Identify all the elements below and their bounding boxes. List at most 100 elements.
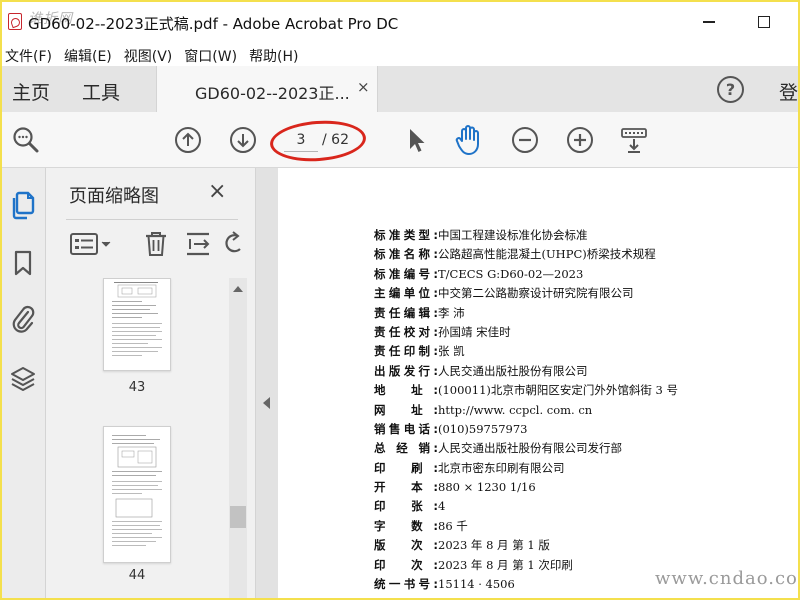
imprint-row: 责任印制: 张 凯 bbox=[374, 342, 678, 361]
imprint-row: 出版发行: 人民交通出版社股份有限公司 bbox=[374, 362, 678, 381]
imprint-value: 人民交通出版社股份有限公司 bbox=[438, 363, 588, 378]
delete-page-icon[interactable] bbox=[142, 228, 170, 260]
imprint-value: http://www. ccpcl. com. cn bbox=[438, 402, 593, 417]
imprint-value: T/CECS G:D60-02—2023 bbox=[438, 266, 584, 281]
imprint-label: 标准类型: bbox=[374, 228, 438, 242]
acrobat-app-icon bbox=[8, 13, 22, 30]
scrollbar-thumb[interactable] bbox=[230, 506, 246, 528]
thumbnail-page-44[interactable] bbox=[103, 426, 171, 563]
imprint-value: 中交第二公路勘察设计研究院有限公司 bbox=[438, 286, 634, 301]
attachments-icon[interactable] bbox=[6, 302, 40, 336]
maximize-icon bbox=[758, 16, 770, 28]
thumbnail-page-43[interactable] bbox=[103, 278, 171, 371]
menu-edit[interactable]: 编辑(E) bbox=[59, 44, 119, 66]
imprint-label: 出版发行: bbox=[374, 363, 438, 378]
insert-page-icon[interactable] bbox=[184, 228, 212, 260]
imprint-label: 总 经 销: bbox=[374, 441, 438, 456]
bookmarks-icon[interactable] bbox=[6, 246, 40, 280]
imprint-value: 2023 年 8 月 第 1 次印刷 bbox=[438, 557, 573, 572]
imprint-row: 标准类型: 中国工程建设标准化协会标准 bbox=[374, 226, 678, 245]
zoom-in-icon[interactable] bbox=[563, 123, 597, 157]
imprint-label: 地 址: bbox=[374, 383, 438, 398]
zoom-out-icon[interactable] bbox=[508, 123, 542, 157]
help-icon[interactable]: ? bbox=[717, 76, 744, 103]
tab-document[interactable]: GD60-02--2023正... × bbox=[156, 66, 378, 112]
site-watermark: www.cndao.com bbox=[655, 568, 800, 589]
thumbnail-scrollbar[interactable] bbox=[229, 278, 247, 600]
page-up-icon[interactable] bbox=[171, 123, 205, 157]
thumbnail-page-number: 43 bbox=[128, 380, 146, 395]
tab-document-label: GD60-02--2023正... bbox=[195, 84, 350, 103]
imprint-row: 地 址: (100011)北京市朝阳区安定门外外馆斜街 3 号 bbox=[374, 381, 678, 400]
imprint-value: 2023 年 8 月 第 1 版 bbox=[438, 538, 550, 553]
imprint-value: 4 bbox=[438, 499, 446, 514]
panel-title: 页面缩略图 bbox=[69, 186, 159, 207]
select-pointer-icon[interactable] bbox=[399, 123, 433, 157]
thumbnail-list: 43 44 bbox=[46, 278, 230, 600]
minimize-button[interactable] bbox=[696, 10, 722, 34]
tab-bar: 主页 工具 GD60-02--2023正... × ? 登 bbox=[0, 66, 800, 112]
imprint-label: 印 张: bbox=[374, 499, 438, 514]
tab-home[interactable]: 主页 bbox=[12, 78, 50, 105]
tab-close-icon[interactable]: × bbox=[357, 78, 370, 96]
imprint-row: 字 数: 86 千 bbox=[374, 517, 678, 536]
menu-view[interactable]: 视图(V) bbox=[119, 44, 180, 66]
imprint-label: 主编单位: bbox=[374, 286, 438, 301]
maximize-button[interactable] bbox=[751, 10, 777, 34]
keyboard-scroll-icon[interactable] bbox=[617, 123, 651, 157]
imprint-value: 15114 · 4506 bbox=[438, 577, 515, 592]
imprint-row: 主编单位: 中交第二公路勘察设计研究院有限公司 bbox=[374, 284, 678, 303]
imprint-value: 李 沛 bbox=[438, 305, 465, 320]
imprint-label: 印 刷: bbox=[374, 460, 438, 475]
menu-window[interactable]: 窗口(W) bbox=[179, 44, 244, 66]
imprint-value: 人民交通出版社股份有限公司发行部 bbox=[438, 441, 622, 456]
rotate-page-icon[interactable] bbox=[224, 228, 244, 260]
imprint-value: 中国工程建设标准化协会标准 bbox=[438, 228, 588, 242]
minimize-icon bbox=[703, 21, 715, 23]
imprint-label: 开 本: bbox=[374, 480, 438, 495]
collapse-arrow-icon[interactable] bbox=[263, 397, 270, 409]
page-down-icon[interactable] bbox=[226, 123, 260, 157]
imprint-label: 印 次: bbox=[374, 557, 438, 572]
imprint-value: 86 千 bbox=[438, 518, 468, 533]
panel-close-icon[interactable]: × bbox=[208, 179, 226, 204]
imprint-row: 网 址: http://www. ccpcl. com. cn bbox=[374, 401, 678, 420]
panel-divider bbox=[66, 219, 238, 220]
imprint-value: 880 × 1230 1/16 bbox=[438, 480, 536, 495]
layers-icon[interactable] bbox=[6, 362, 40, 396]
red-annotation-ellipse bbox=[268, 117, 368, 165]
tab-tools[interactable]: 工具 bbox=[82, 78, 120, 105]
title-bar: 谁折网 GD60-02--2023正式稿.pdf - Adobe Acrobat… bbox=[0, 0, 800, 44]
scroll-up-arrow-icon[interactable] bbox=[233, 286, 243, 292]
imprint-block: 标准类型: 中国工程建设标准化协会标准 标准名称: 公路超高性能混凝土(UHPC)桥梁… bbox=[374, 226, 678, 594]
sign-in-link[interactable]: 登 bbox=[779, 78, 798, 105]
imprint-row: 标准名称: 公路超高性能混凝土(UHPC)桥梁技术规程 bbox=[374, 245, 678, 264]
search-zoom-icon[interactable] bbox=[9, 123, 43, 157]
imprint-label: 责任印制: bbox=[374, 344, 438, 359]
imprint-row: 印 次: 2023 年 8 月 第 1 次印刷 bbox=[374, 556, 678, 575]
menu-file[interactable]: 文件(F) bbox=[0, 44, 59, 66]
menu-help[interactable]: 帮助(H) bbox=[244, 44, 305, 66]
imprint-label: 销售电话: bbox=[374, 421, 438, 436]
panel-collapse-strip[interactable] bbox=[256, 168, 278, 600]
imprint-value: (010)59757973 bbox=[438, 421, 528, 436]
imprint-row: 印 张: 4 bbox=[374, 497, 678, 516]
imprint-row: 总 经 销: 人民交通出版社股份有限公司发行部 bbox=[374, 439, 678, 458]
thumbnail-panel: 页面缩略图 × 43 44 bbox=[46, 168, 256, 600]
toolbar: 3 / 62 bbox=[0, 112, 800, 168]
imprint-row: 责任校对: 孙国靖 宋佳时 bbox=[374, 323, 678, 342]
imprint-label: 标准名称: bbox=[374, 247, 438, 262]
hand-tool-icon[interactable] bbox=[452, 123, 486, 157]
imprint-row: 开 本: 880 × 1230 1/16 bbox=[374, 478, 678, 497]
thumbnail-options-button[interactable] bbox=[69, 228, 113, 260]
imprint-label: 字 数: bbox=[374, 518, 438, 533]
page-thumbnails-icon[interactable] bbox=[6, 188, 40, 222]
imprint-row: 版 次: 2023 年 8 月 第 1 版 bbox=[374, 536, 678, 555]
menu-bar: 文件(F) 编辑(E) 视图(V) 窗口(W) 帮助(H) bbox=[0, 44, 800, 66]
window-title: GD60-02--2023正式稿.pdf - Adobe Acrobat Pro… bbox=[28, 15, 399, 33]
imprint-row: 销售电话: (010)59757973 bbox=[374, 420, 678, 439]
imprint-label: 版 次: bbox=[374, 538, 438, 553]
navigation-rail bbox=[0, 168, 46, 600]
imprint-label: 责任校对: bbox=[374, 324, 438, 339]
thumbnail-page-number: 44 bbox=[128, 568, 146, 583]
